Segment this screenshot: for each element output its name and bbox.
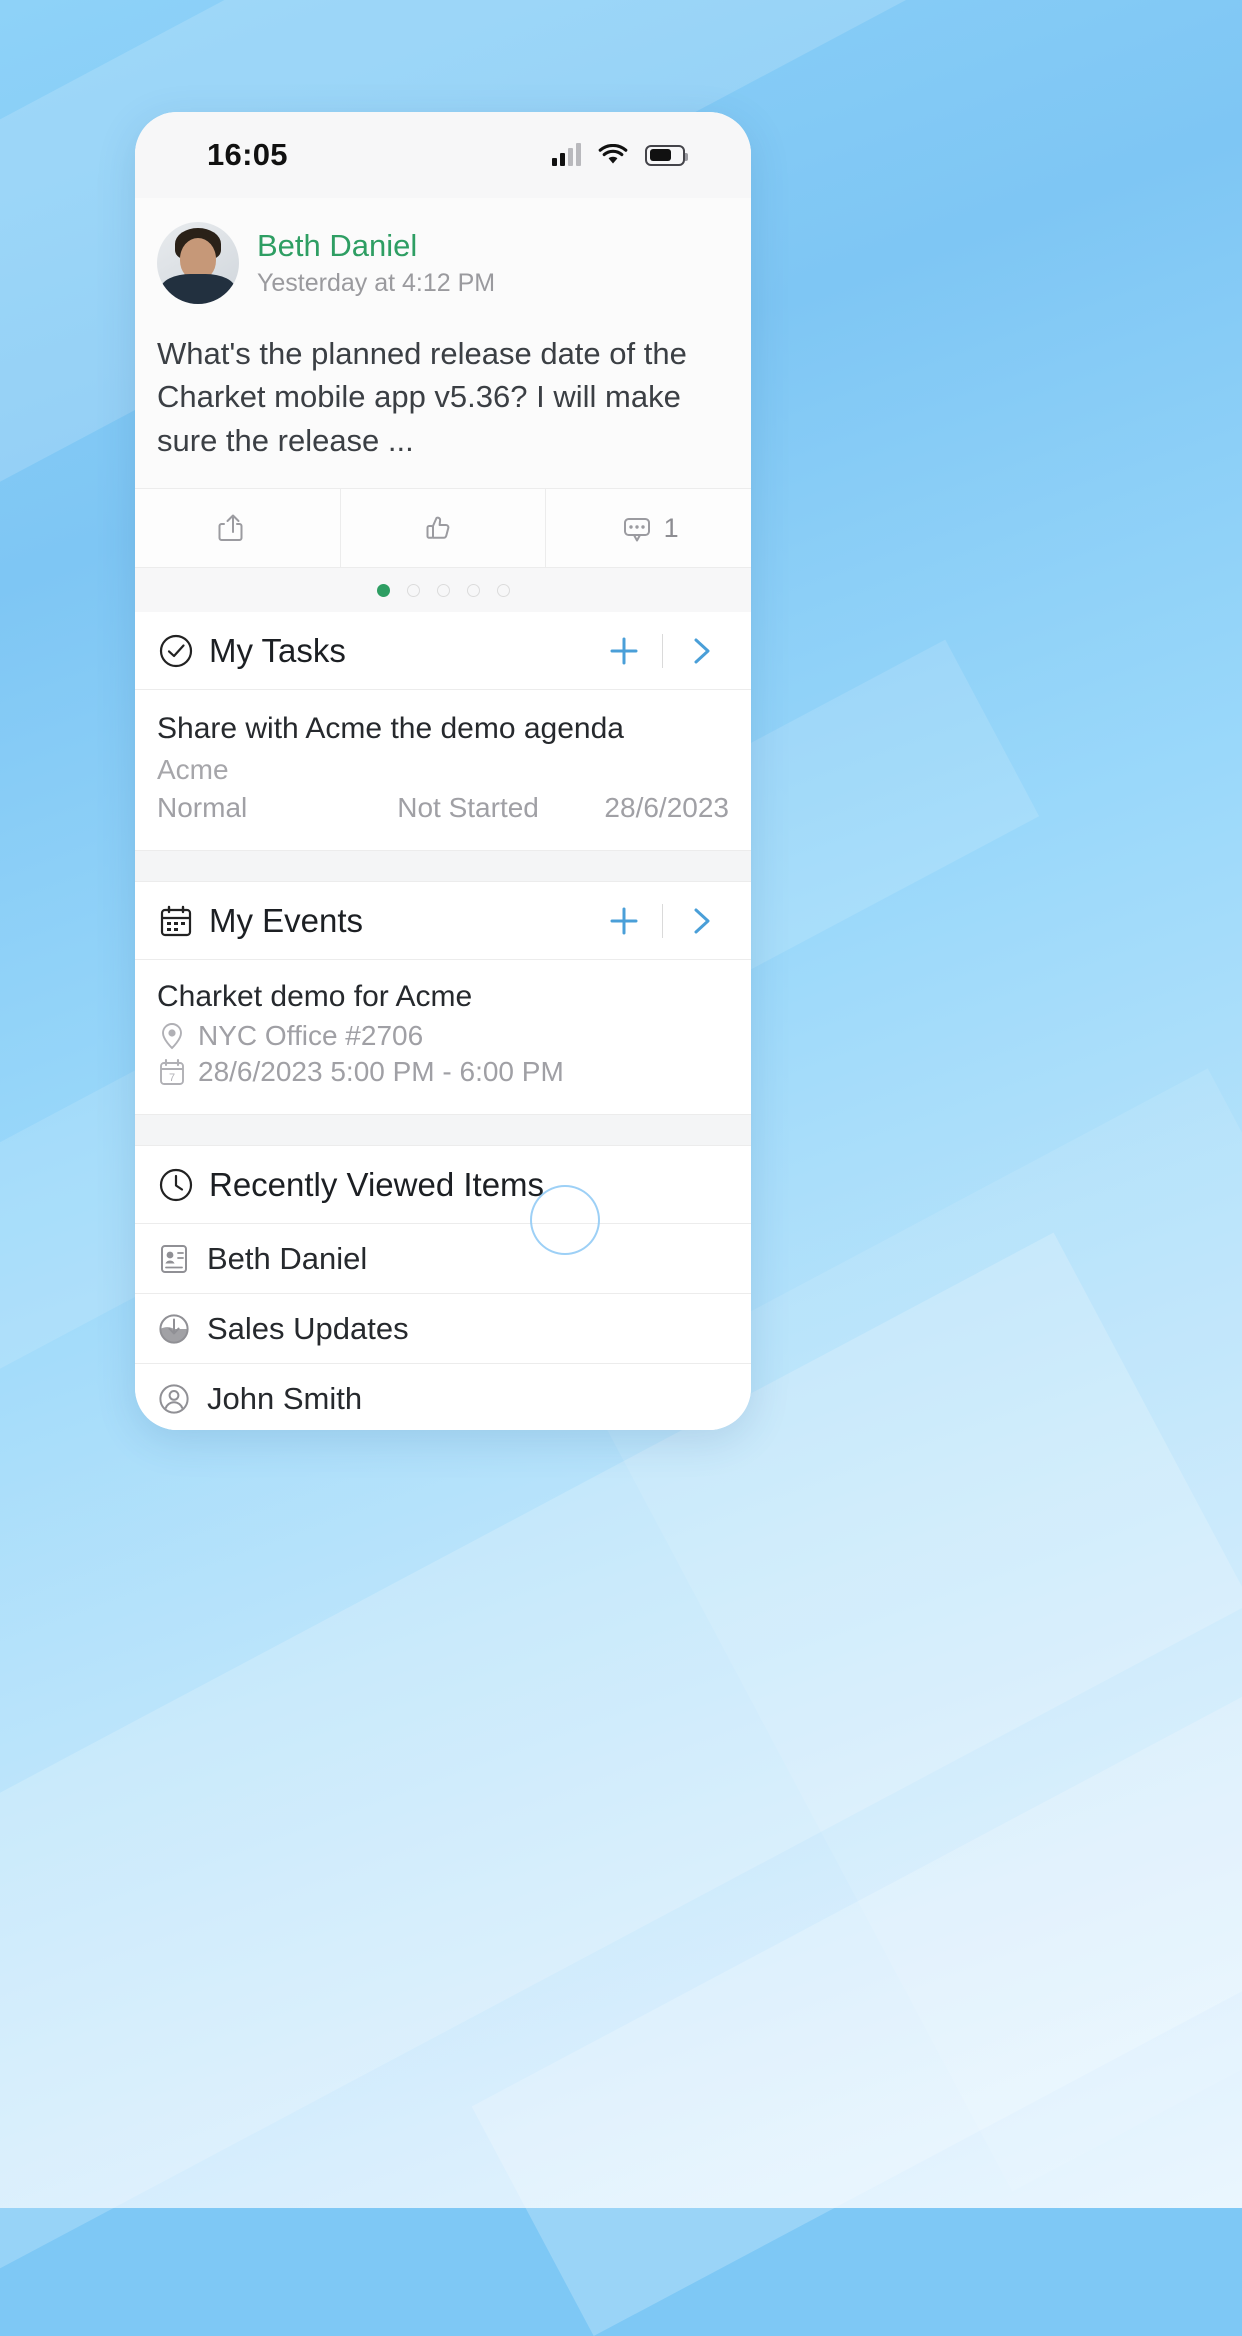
- chevron-right-icon: [694, 908, 710, 934]
- event-datetime: 28/6/2023 5:00 PM - 6:00 PM: [198, 1056, 564, 1088]
- check-circle-icon: [157, 632, 195, 670]
- section-separator: [135, 1114, 751, 1147]
- comment-count: 1: [663, 512, 679, 543]
- clock-icon: [157, 1166, 195, 1204]
- plus-icon: [610, 907, 638, 935]
- contact-card-icon: [157, 1242, 191, 1276]
- task-list-item[interactable]: Share with Acme the demo agenda Acme Nor…: [135, 690, 751, 851]
- events-section-header: My Events: [135, 882, 751, 961]
- pagination-dot[interactable]: [376, 583, 390, 597]
- list-item-label: John Smith: [207, 1380, 363, 1416]
- battery-icon: [645, 144, 688, 166]
- beth-daniel-avatar[interactable]: [157, 222, 239, 304]
- share-icon: [218, 514, 243, 542]
- add-task-button[interactable]: [596, 623, 652, 679]
- task-priority: Normal: [157, 792, 248, 824]
- thumbs-up-icon: [426, 516, 449, 539]
- event-list-item[interactable]: Charket demo for Acme NYC Office #2706 7…: [135, 960, 751, 1115]
- phone-screen: 16:05 Beth Daniel Yesterday at 4:12 PM W…: [135, 112, 751, 1430]
- task-account: Acme: [157, 754, 229, 786]
- touch-ripple: [530, 1185, 600, 1255]
- event-location-row: NYC Office #2706: [157, 1020, 729, 1052]
- calendar-date-icon: 7: [157, 1057, 187, 1087]
- status-bar: 16:05: [135, 112, 751, 198]
- tasks-section-actions: [596, 623, 729, 679]
- event-location: NYC Office #2706: [198, 1020, 424, 1052]
- comment-button[interactable]: 1: [545, 489, 751, 568]
- status-bar-icons: [552, 143, 688, 166]
- cellular-signal-icon: [552, 143, 581, 166]
- list-item-label: Sales Updates: [207, 1310, 409, 1346]
- list-item[interactable]: Sales Updates: [135, 1294, 751, 1365]
- feed-post: Beth Daniel Yesterday at 4:12 PM What's …: [135, 198, 751, 613]
- add-event-button[interactable]: [596, 893, 652, 949]
- pagination-dot[interactable]: [466, 583, 480, 597]
- events-section-actions: [596, 893, 729, 949]
- pagination-dot[interactable]: [436, 583, 450, 597]
- section-divider: [662, 633, 663, 668]
- wifi-icon: [598, 144, 628, 166]
- post-timestamp: Yesterday at 4:12 PM: [257, 269, 496, 297]
- task-title: Share with Acme the demo agenda: [157, 712, 624, 746]
- location-pin-icon: [157, 1021, 187, 1051]
- post-meta: Beth Daniel Yesterday at 4:12 PM: [257, 228, 495, 298]
- list-item-label: Beth Daniel: [207, 1240, 368, 1276]
- post-action-bar: 1: [135, 488, 751, 569]
- pagination-dot[interactable]: [406, 583, 420, 597]
- recently-viewed-title: Recently Viewed Items: [209, 1165, 545, 1203]
- task-meta-row: Normal Not Started 28/6/2023: [157, 792, 729, 824]
- user-circle-icon: [157, 1382, 191, 1416]
- feed-pagination-dots[interactable]: [135, 568, 751, 613]
- task-status: Not Started: [397, 792, 539, 824]
- share-button[interactable]: [135, 489, 340, 567]
- events-section-title: My Events: [209, 901, 364, 939]
- like-button[interactable]: [339, 489, 546, 568]
- tasks-section-title: My Tasks: [209, 631, 346, 669]
- calendar-icon: [157, 902, 195, 940]
- section-divider: [662, 903, 663, 938]
- pagination-dot[interactable]: [496, 583, 510, 597]
- plus-icon: [610, 637, 638, 665]
- recently-viewed-header: Recently Viewed Items: [135, 1146, 751, 1225]
- event-title: Charket demo for Acme: [157, 980, 473, 1014]
- chevron-right-icon: [694, 638, 710, 664]
- post-body-text: What's the planned release date of the C…: [157, 336, 687, 458]
- list-item[interactable]: Beth Daniel: [135, 1224, 751, 1295]
- svg-text:7: 7: [169, 1072, 175, 1084]
- download-circle-icon: [157, 1312, 191, 1346]
- post-author-name[interactable]: Beth Daniel: [257, 228, 495, 264]
- open-tasks-button[interactable]: [673, 623, 729, 679]
- task-due-date: 28/6/2023: [604, 792, 729, 824]
- list-item[interactable]: John Smith: [135, 1364, 751, 1430]
- event-datetime-row: 7 28/6/2023 5:00 PM - 6:00 PM: [157, 1056, 729, 1088]
- post-header: Beth Daniel Yesterday at 4:12 PM: [135, 222, 751, 304]
- status-bar-clock: 16:05: [207, 137, 288, 172]
- comment-bubble-icon: [623, 518, 650, 542]
- section-separator: [135, 850, 751, 883]
- open-events-button[interactable]: [673, 893, 729, 949]
- tasks-section-header: My Tasks: [135, 612, 751, 691]
